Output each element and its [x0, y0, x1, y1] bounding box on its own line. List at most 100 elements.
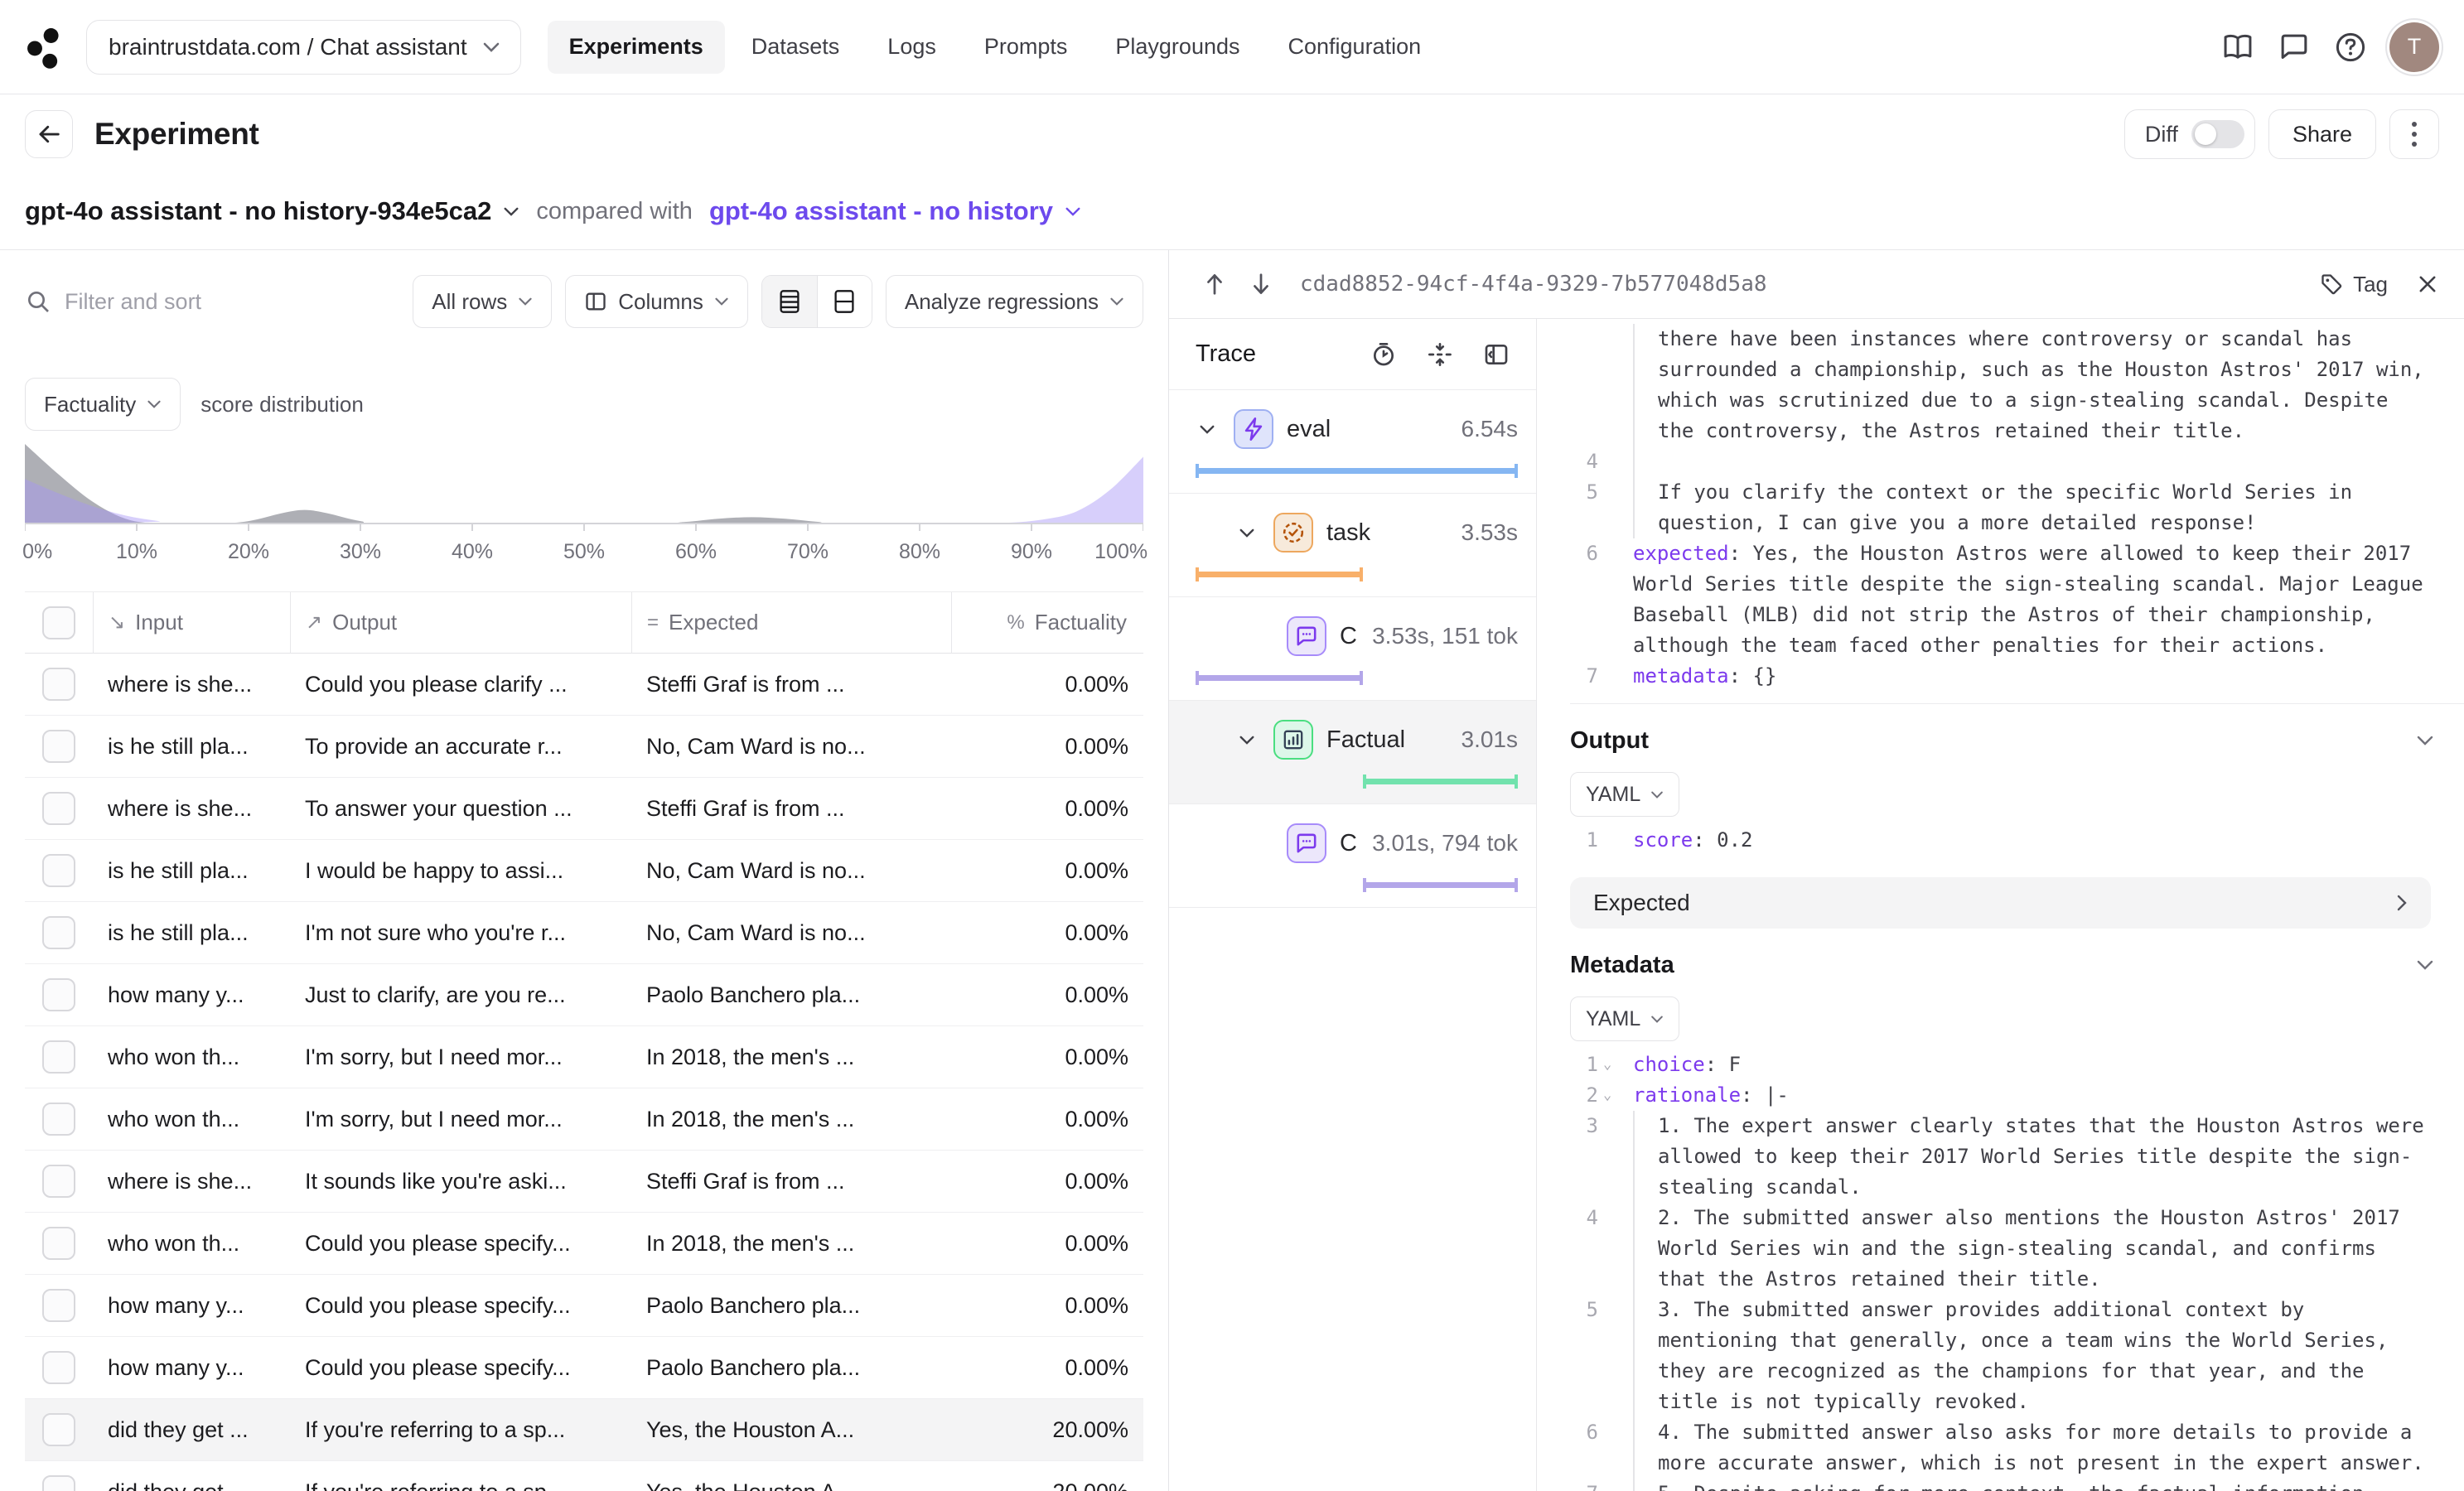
table-row[interactable]: where is she...It sounds like you're ask… [25, 1151, 1143, 1213]
code-text: which was scrutinized due to a sign-stea… [1633, 385, 2388, 416]
row-checkbox[interactable] [42, 668, 75, 701]
filter-input[interactable] [65, 289, 399, 315]
expected-collapsed-section[interactable]: Expected [1570, 877, 2431, 929]
all-rows-dropdown[interactable]: All rows [413, 275, 552, 328]
metric-selector[interactable]: Factuality [25, 378, 181, 431]
timer-icon[interactable] [1370, 341, 1397, 368]
select-all-checkbox[interactable] [42, 606, 75, 639]
metadata-format-selector[interactable]: YAML [1570, 996, 1679, 1041]
fold-spacer [1598, 385, 1623, 416]
tab-prompts[interactable]: Prompts [963, 21, 1089, 74]
row-checkbox[interactable] [42, 1227, 75, 1260]
output-format-selector[interactable]: YAML [1570, 772, 1679, 817]
docs-book-icon[interactable] [2214, 23, 2262, 71]
tag-button[interactable]: Tag [2320, 272, 2388, 297]
x-tick-label: 0% [22, 540, 52, 564]
span-duration: 3.53s, 151 tok [1372, 623, 1518, 649]
diff-switch[interactable] [2191, 120, 2244, 148]
table-row[interactable]: how many y...Could you please specify...… [25, 1337, 1143, 1399]
row-checkbox[interactable] [42, 1040, 75, 1074]
avatar[interactable]: T [2389, 22, 2439, 72]
prev-row-arrow-icon[interactable] [1194, 263, 1235, 305]
more-menu-button[interactable] [2389, 109, 2439, 159]
row-checkbox[interactable] [42, 978, 75, 1011]
density-compact-option[interactable] [762, 276, 817, 327]
primary-experiment-selector[interactable]: gpt-4o assistant - no history-934e5ca2 [25, 196, 519, 226]
trace-span-chat[interactable]: Chat...3.53s, 151 tok [1169, 597, 1536, 701]
line-number [1570, 1141, 1598, 1172]
row-checkbox[interactable] [42, 1413, 75, 1446]
table-row[interactable]: where is she...To answer your question .… [25, 778, 1143, 840]
fold-chevron-icon[interactable]: ⌄ [1598, 1080, 1623, 1111]
chevron-down-icon[interactable] [2416, 735, 2434, 746]
row-checkbox[interactable] [42, 1351, 75, 1384]
row-checkbox[interactable] [42, 916, 75, 949]
collapse-all-icon[interactable] [1427, 341, 1453, 368]
back-button[interactable] [25, 110, 73, 158]
row-checkbox[interactable] [42, 1103, 75, 1136]
filter-search[interactable] [25, 288, 399, 315]
table-row[interactable]: is he still pla...I would be happy to as… [25, 840, 1143, 902]
trace-span-factual[interactable]: Factual3.01s [1169, 701, 1536, 804]
column-header-output[interactable]: ↗ Output [290, 592, 631, 654]
code-line: 5If you clarify the context or the speci… [1570, 477, 2464, 508]
help-icon[interactable] [2326, 23, 2375, 71]
density-comfortable-option[interactable] [817, 276, 872, 327]
tab-logs[interactable]: Logs [866, 21, 958, 74]
row-checkbox[interactable] [42, 792, 75, 825]
tab-playgrounds[interactable]: Playgrounds [1094, 21, 1261, 74]
row-checkbox[interactable] [42, 1289, 75, 1322]
chevron-down-icon[interactable] [1194, 424, 1220, 435]
column-header-factuality[interactable]: % Factuality [951, 592, 1143, 654]
header-actions: Diff Share [2124, 109, 2439, 159]
column-header-expected[interactable]: = Expected [631, 592, 951, 654]
column-header-input[interactable]: ↘ Input [93, 592, 290, 654]
fold-chevron-icon[interactable]: ⌄ [1598, 1049, 1623, 1080]
feedback-chat-icon[interactable] [2270, 23, 2318, 71]
fold-spacer [1598, 1172, 1623, 1203]
close-icon[interactable] [2416, 273, 2439, 296]
table-row[interactable]: who won th...Could you please specify...… [25, 1213, 1143, 1275]
tab-datasets[interactable]: Datasets [730, 21, 862, 74]
table-row[interactable]: who won th...I'm sorry, but I need mor..… [25, 1026, 1143, 1088]
span-label: Chat... [1340, 830, 1359, 857]
chevron-down-icon[interactable] [1234, 528, 1260, 538]
analyze-regressions-dropdown[interactable]: Analyze regressions [886, 275, 1143, 328]
trace-span-task[interactable]: task3.53s [1169, 494, 1536, 597]
search-icon [25, 288, 51, 315]
chevron-down-icon[interactable] [2416, 959, 2434, 971]
row-checkbox[interactable] [42, 854, 75, 887]
row-checkbox[interactable] [42, 1475, 75, 1491]
table-row[interactable]: did they get ...If you're referring to a… [25, 1461, 1143, 1491]
series-comparison-gray [25, 444, 1143, 524]
table-row[interactable]: where is she...Could you please clarify … [25, 654, 1143, 716]
diff-toggle[interactable]: Diff [2124, 109, 2255, 159]
tab-experiments[interactable]: Experiments [548, 21, 725, 74]
row-checkbox[interactable] [42, 1165, 75, 1198]
format-label: YAML [1586, 1007, 1640, 1031]
columns-dropdown[interactable]: Columns [565, 275, 748, 328]
span-type-icon [1234, 409, 1273, 449]
table-row[interactable]: did they get ...If you're referring to a… [25, 1399, 1143, 1461]
table-row[interactable]: how many y...Just to clarify, are you re… [25, 964, 1143, 1026]
share-button[interactable]: Share [2268, 109, 2376, 159]
table-row[interactable]: who won th...I'm sorry, but I need mor..… [25, 1088, 1143, 1151]
row-checkbox[interactable] [42, 730, 75, 763]
main-split: All rows Columns [0, 249, 2464, 1491]
project-selector[interactable]: braintrustdata.com / Chat assistant [86, 20, 521, 75]
trace-span-chat[interactable]: Chat...3.01s, 794 tok [1169, 804, 1536, 908]
trace-span-eval[interactable]: eval6.54s [1169, 390, 1536, 494]
task-check-icon [1282, 521, 1305, 544]
line-number [1570, 1233, 1598, 1264]
baseline-experiment-selector[interactable]: gpt-4o assistant - no history [709, 196, 1081, 226]
cell-factuality: 0.00% [951, 1293, 1143, 1319]
tab-configuration[interactable]: Configuration [1267, 21, 1443, 74]
cell-expected: No, Cam Ward is no... [631, 734, 951, 760]
table-row[interactable]: is he still pla...To provide an accurate… [25, 716, 1143, 778]
chevron-down-icon[interactable] [1234, 735, 1260, 746]
table-row[interactable]: is he still pla...I'm not sure who you'r… [25, 902, 1143, 964]
table-row[interactable]: how many y...Could you please specify...… [25, 1275, 1143, 1337]
panel-layout-icon[interactable] [1483, 341, 1510, 368]
next-row-arrow-icon[interactable] [1240, 263, 1282, 305]
span-duration: 3.53s [1461, 519, 1519, 546]
